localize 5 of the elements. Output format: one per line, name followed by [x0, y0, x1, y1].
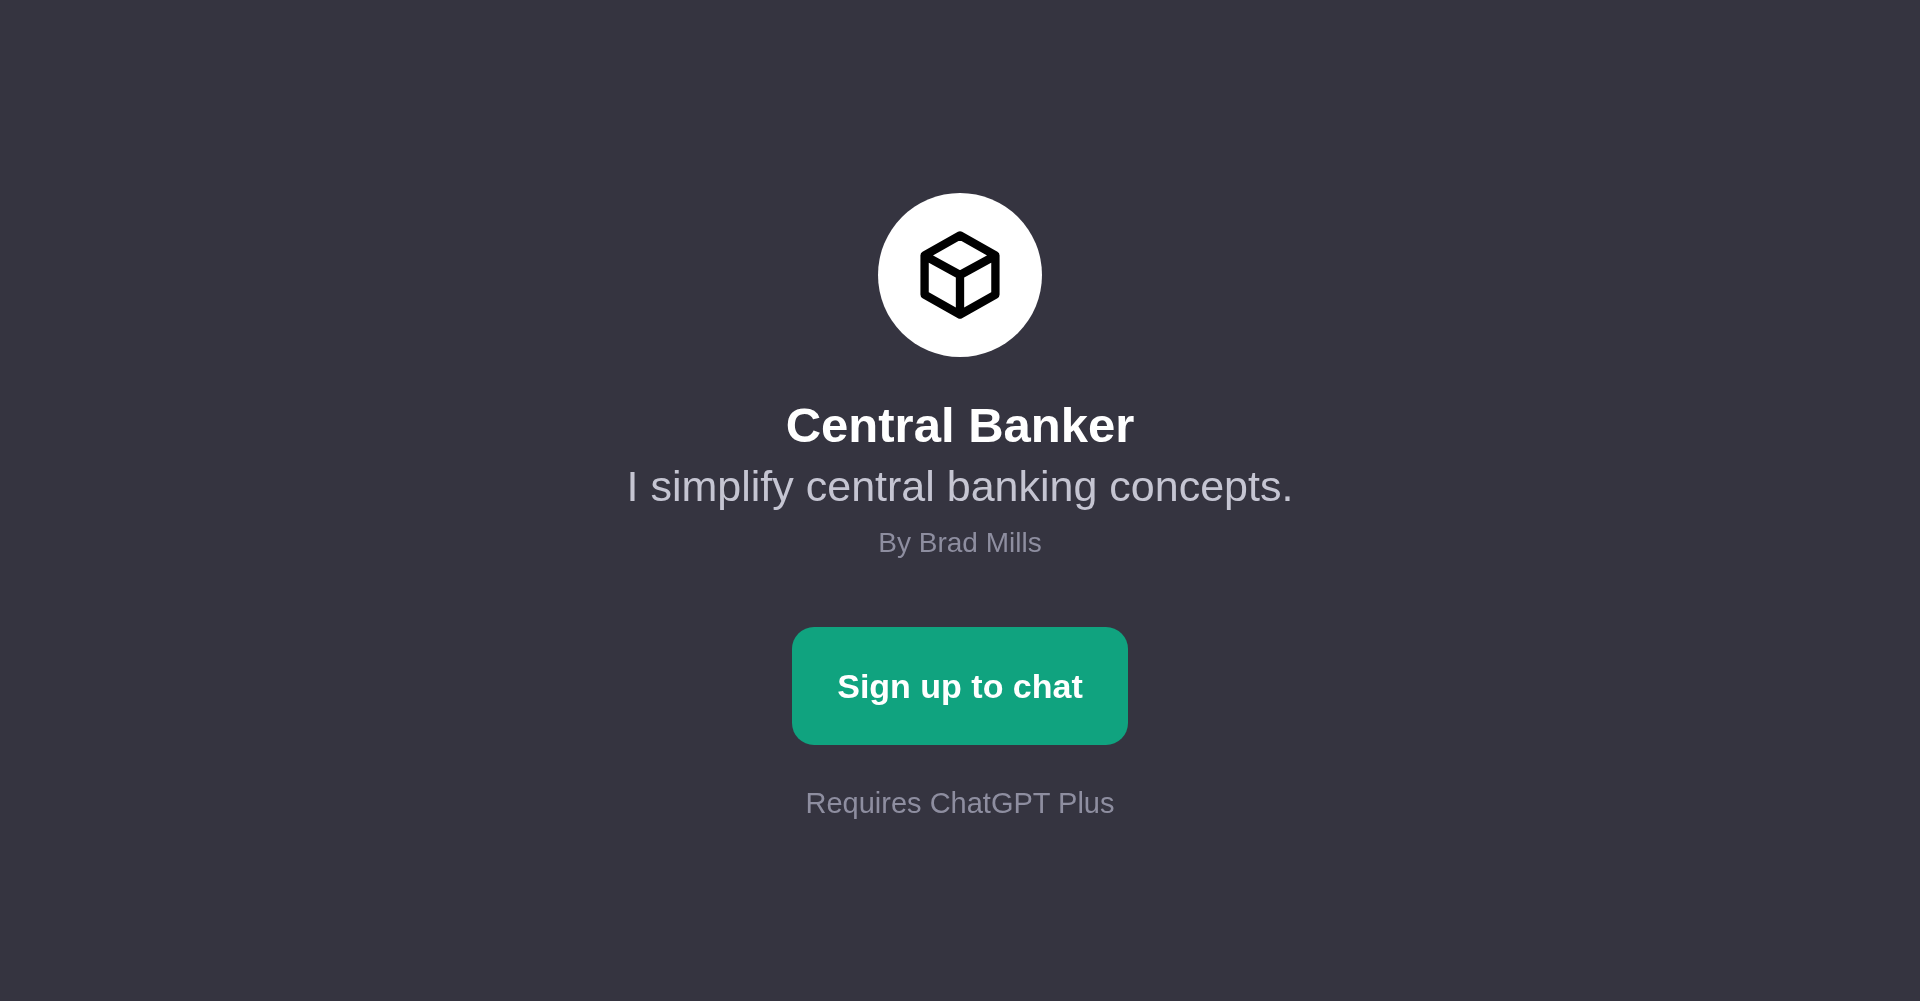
- signup-button[interactable]: Sign up to chat: [792, 627, 1128, 745]
- requirement-note: Requires ChatGPT Plus: [805, 786, 1115, 821]
- gpt-description: I simplify central banking concepts.: [626, 461, 1294, 512]
- author-text: By Brad Mills: [878, 526, 1042, 560]
- gpt-title: Central Banker: [785, 397, 1135, 454]
